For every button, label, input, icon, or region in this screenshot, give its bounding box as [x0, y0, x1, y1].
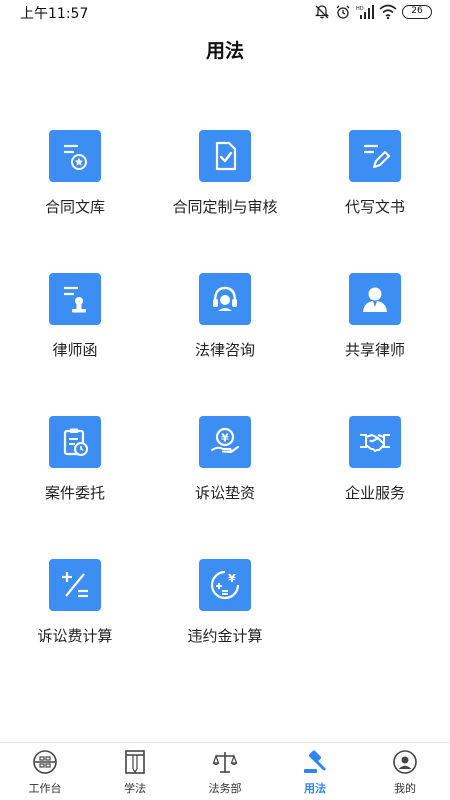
tab-learn-law[interactable]: 学法 — [90, 743, 180, 800]
alarm-icon — [336, 5, 350, 19]
tile-case-entrustment[interactable]: 案件委托 — [0, 416, 150, 516]
tile-label: 共享律师 — [344, 341, 405, 359]
calculator-icon — [49, 559, 101, 611]
tile-label: 代写文书 — [344, 198, 405, 216]
clipboard-clock-icon — [49, 416, 101, 468]
wifi-icon — [379, 4, 397, 20]
tab-label: 法务部 — [208, 782, 242, 795]
tab-mine[interactable]: 我的 — [360, 743, 450, 800]
tile-label: 案件委托 — [44, 484, 105, 502]
gavel-icon — [304, 750, 326, 773]
tab-use-law[interactable]: 用法 — [270, 743, 360, 800]
tab-label: 工作台 — [28, 782, 62, 795]
tab-workbench[interactable]: 工作台 — [0, 743, 90, 800]
workbench-icon — [33, 750, 57, 774]
lawyer-letter-icon — [49, 273, 101, 325]
bell-muted-icon — [314, 5, 330, 19]
handshake-icon — [349, 416, 401, 468]
status-time: 上午11:57 — [20, 6, 89, 22]
svg-text:¥: ¥ — [221, 432, 229, 445]
tab-label: 学法 — [124, 782, 146, 795]
profile-icon — [393, 750, 417, 774]
battery-indicator: 26 — [402, 5, 432, 19]
tile-label: 诉讼费计算 — [37, 627, 113, 645]
book-icon — [125, 750, 145, 774]
tile-lawyer-letter[interactable]: 律师函 — [0, 273, 150, 373]
tab-legal-dept[interactable]: 法务部 — [180, 743, 270, 800]
tile-ghostwriting[interactable]: 代写文书 — [300, 130, 450, 230]
headset-icon — [199, 273, 251, 325]
contract-check-icon — [199, 130, 251, 182]
tile-penalty-calc[interactable]: ¥ 违约金计算 — [150, 559, 300, 659]
tab-label: 我的 — [394, 782, 416, 795]
tile-label: 法律咨询 — [194, 341, 255, 359]
tile-litigation-fee-calc[interactable]: 诉讼费计算 — [0, 559, 150, 659]
document-pen-icon — [349, 130, 401, 182]
tile-contract-library[interactable]: 合同文库 — [0, 130, 150, 230]
penalty-calc-icon: ¥ — [199, 559, 251, 611]
coin-hand-icon: ¥ — [199, 416, 251, 468]
tile-label: 律师函 — [52, 341, 98, 359]
status-bar: 上午11:57 HD 26 — [0, 0, 450, 24]
scales-icon — [212, 752, 238, 773]
tile-litigation-funding[interactable]: ¥ 诉讼垫资 — [150, 416, 300, 516]
bottom-tab-bar: 工作台 学法 法务部 用法 我的 — [0, 742, 450, 800]
contract-library-icon — [49, 130, 101, 182]
person-icon — [349, 273, 401, 325]
tab-label: 用法 — [304, 782, 326, 795]
tile-shared-lawyer[interactable]: 共享律师 — [300, 273, 450, 373]
page-title: 用法 — [205, 40, 244, 62]
tile-label: 违约金计算 — [187, 627, 263, 645]
tile-label: 合同定制与审核 — [172, 198, 278, 216]
tile-label: 合同文库 — [44, 198, 105, 216]
svg-text:HD: HD — [356, 6, 364, 12]
tile-enterprise-services[interactable]: 企业服务 — [300, 416, 450, 516]
signal-icon: HD — [356, 5, 374, 19]
tile-legal-consultation[interactable]: 法律咨询 — [150, 273, 300, 373]
tile-label: 企业服务 — [344, 484, 405, 502]
tile-label: 诉讼垫资 — [194, 484, 255, 502]
tile-contract-review[interactable]: 合同定制与审核 — [150, 130, 300, 230]
svg-text:¥: ¥ — [228, 572, 236, 585]
status-icons: HD 26 — [314, 4, 432, 20]
